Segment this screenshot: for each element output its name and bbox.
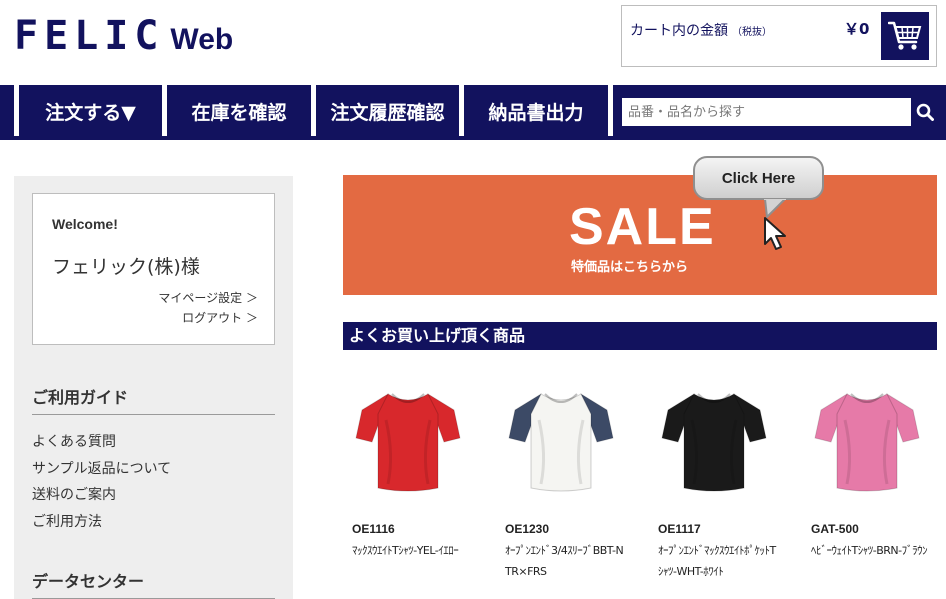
product-code: OE1117 [658, 522, 701, 536]
cart-button[interactable] [881, 12, 929, 60]
guide-list: よくある質問 サンプル返品について 送料のご案内 ご利用方法 [32, 429, 171, 535]
cart-tax-note: （税抜） [732, 27, 772, 38]
nav-order-history[interactable]: 注文履歴確認 [316, 85, 459, 138]
cart-summary: カート内の金額 （税抜） ￥0 [621, 5, 937, 67]
search-button[interactable] [910, 97, 940, 127]
nav-stock[interactable]: 在庫を確認 [167, 85, 311, 138]
guide-item-how-to-use[interactable]: ご利用方法 [32, 509, 171, 536]
product-card[interactable]: GAT-500 ﾍﾋﾞｰｳｪｲﾄTｼｬﾂ-BRN-ﾌﾞﾗｳﾝ [803, 380, 943, 561]
product-name: ｵｰﾌﾟﾝｴﾝﾄﾞ3/4ｽﾘｰﾌﾞBBT-NTR×FRS [505, 544, 624, 578]
logout-link[interactable]: ログアウト ＞ [182, 309, 258, 326]
guide-item-faq[interactable]: よくある質問 [32, 429, 171, 456]
user-name: フェリック(株)様 [52, 256, 200, 278]
sidebar: Welcome! フェリック(株)様 マイページ設定 ＞ ログアウト ＞ ご利用… [14, 176, 293, 599]
felic-web-logo[interactable]: FELIC Web [14, 12, 233, 60]
search-input[interactable] [622, 98, 911, 126]
mouse-pointer-icon [764, 217, 786, 250]
cart-label-text: カート内の金額 [630, 23, 728, 39]
product-name: ﾍﾋﾞｰｳｪｲﾄTｼｬﾂ-BRN-ﾌﾞﾗｳﾝ [811, 544, 928, 557]
sale-title: SALE [569, 198, 716, 256]
nav-delivery-slip[interactable]: 納品書出力 [464, 85, 608, 138]
popular-products-title: よくお買い上げ頂く商品 [343, 322, 937, 350]
tshirt-image [814, 392, 920, 492]
data-center-title: データセンター [32, 568, 275, 599]
guide-item-sample-return[interactable]: サンプル返品について [32, 456, 171, 483]
product-code: OE1230 [505, 522, 550, 536]
mypage-settings-link[interactable]: マイページ設定 ＞ [158, 289, 258, 306]
welcome-box: Welcome! フェリック(株)様 マイページ設定 ＞ ログアウト ＞ [32, 193, 275, 345]
cart-label: カート内の金額 （税抜） [630, 20, 772, 40]
tshirt-image [355, 392, 461, 492]
shopping-cart-icon [888, 21, 922, 50]
product-card[interactable]: OE1230 ｵｰﾌﾟﾝｴﾝﾄﾞ3/4ｽﾘｰﾌﾞBBT-NTR×FRS [497, 380, 637, 582]
logo-main-text: FELIC [14, 13, 165, 59]
product-name: ﾏｯｸｽｳｴｲﾄTｼｬﾂ-YEL-ｲｴﾛｰ [352, 544, 459, 557]
product-card[interactable]: OE1116 ﾏｯｸｽｳｴｲﾄTｼｬﾂ-YEL-ｲｴﾛｰ [344, 380, 484, 561]
click-here-bubble: Click Here [693, 156, 824, 200]
search-bar [613, 85, 946, 138]
pocket-tshirt-image [661, 392, 767, 492]
raglan-shirt-image [508, 392, 614, 492]
product-code: OE1116 [352, 522, 395, 536]
logo-sub-text: Web [170, 23, 234, 56]
guide-section-title: ご利用ガイド [32, 384, 275, 415]
sale-subtitle: 特価品はこちらから [571, 260, 689, 275]
guide-item-shipping[interactable]: 送料のご案内 [32, 482, 171, 509]
sale-banner[interactable]: SALE 特価品はこちらから Click Here [343, 156, 937, 295]
product-name: ｵｰﾌﾟﾝｴﾝﾄﾞﾏｯｸｽｳｴｲﾄﾎﾟｹｯﾄTｼｬﾂ-WHT-ﾎﾜｲﾄ [658, 544, 776, 578]
nav-order[interactable]: 注文する▼ [19, 85, 162, 138]
welcome-title: Welcome! [52, 216, 118, 232]
main-nav: 注文する▼ 在庫を確認 注文履歴確認 納品書出力 [0, 85, 946, 140]
product-card[interactable]: OE1117 ｵｰﾌﾟﾝｴﾝﾄﾞﾏｯｸｽｳｴｲﾄﾎﾟｹｯﾄTｼｬﾂ-WHT-ﾎﾜ… [650, 380, 790, 582]
nav-edge [0, 85, 14, 138]
product-code: GAT-500 [811, 522, 859, 536]
search-icon [916, 103, 934, 121]
cart-amount: ￥0 [844, 20, 870, 38]
